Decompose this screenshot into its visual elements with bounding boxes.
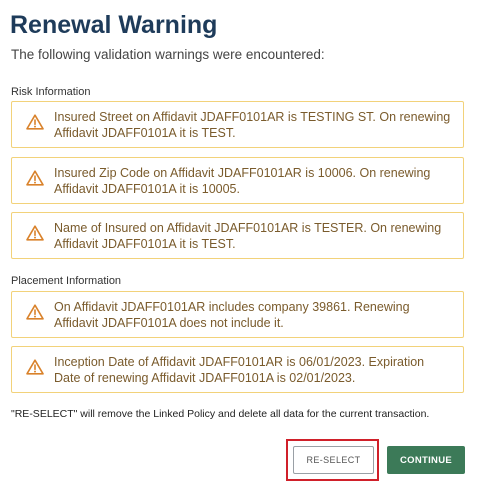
warning-triangle-icon — [26, 359, 44, 375]
reselect-footnote: "RE-SELECT" will remove the Linked Polic… — [11, 408, 430, 420]
warning-triangle-icon — [26, 304, 44, 320]
warning-text: On Affidavit JDAFF0101AR includes compan… — [54, 300, 410, 330]
section-label-placement-information: Placement Information — [11, 275, 122, 287]
warning-text: Name of Insured on Affidavit JDAFF0101AR… — [54, 221, 442, 251]
dialog-title: Renewal Warning — [10, 11, 218, 39]
warning-triangle-icon — [26, 170, 44, 186]
warning-item: Name of Insured on Affidavit JDAFF0101AR… — [11, 212, 464, 259]
continue-button[interactable]: CONTINUE — [387, 446, 465, 474]
dialog-subtitle: The following validation warnings were e… — [11, 47, 325, 62]
warning-triangle-icon — [26, 225, 44, 241]
warning-item: Insured Zip Code on Affidavit JDAFF0101A… — [11, 157, 464, 204]
warning-item: Inception Date of Affidavit JDAFF0101AR … — [11, 346, 464, 393]
reselect-button[interactable]: RE-SELECT — [293, 446, 374, 474]
warning-item: On Affidavit JDAFF0101AR includes compan… — [11, 291, 464, 338]
warning-text: Insured Zip Code on Affidavit JDAFF0101A… — [54, 166, 431, 196]
section-label-risk-information: Risk Information — [11, 86, 91, 98]
warning-item: Insured Street on Affidavit JDAFF0101AR … — [11, 101, 464, 148]
warning-triangle-icon — [26, 114, 44, 130]
warning-text: Insured Street on Affidavit JDAFF0101AR … — [54, 110, 451, 140]
warning-text: Inception Date of Affidavit JDAFF0101AR … — [54, 355, 425, 385]
